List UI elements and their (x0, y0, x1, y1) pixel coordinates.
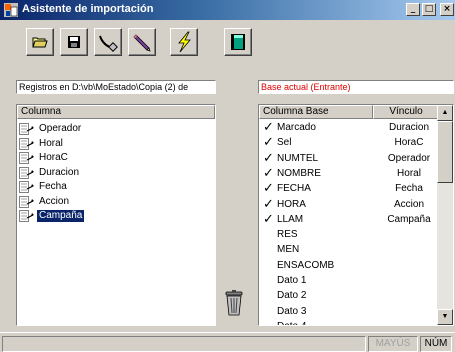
base-column-cell: NOMBRE (277, 167, 321, 179)
base-column-cell: Dato 4 (277, 319, 306, 325)
list-item-label: Accion (39, 195, 70, 207)
save-button[interactable] (60, 28, 88, 56)
column-base-header[interactable]: Columna Base (259, 105, 373, 119)
pencil-icon (133, 34, 151, 52)
base-column-cell: Marcado (277, 122, 316, 133)
table-row[interactable]: Dato 4 (259, 319, 444, 325)
list-item-label: Horal (39, 137, 63, 149)
link-header[interactable]: Vínculo (373, 105, 439, 119)
list-item-label: Fecha (39, 181, 67, 192)
edit-button[interactable] (128, 28, 156, 56)
check-icon: ✓ (263, 181, 274, 197)
scroll-up-button[interactable]: ▲ (437, 105, 453, 121)
table-row[interactable]: ✓ NUMTEL Operador (259, 151, 444, 166)
list-item-label: Campaña (37, 210, 85, 222)
base-column-cell: Sel (277, 137, 292, 149)
base-column-cell: Dato 3 (277, 305, 307, 317)
table-row[interactable]: ✓ FECHA Fecha (259, 181, 444, 196)
trash-icon[interactable] (224, 290, 244, 316)
check-icon: ✓ (263, 211, 274, 227)
source-columns-list[interactable]: Columna Operador Horal HoraC Duracion Fecha A… (16, 104, 216, 326)
exit-button[interactable] (224, 28, 252, 56)
num-lock-indicator: NÚM (420, 336, 452, 352)
check-icon: ✓ (263, 165, 274, 181)
field-icon (19, 166, 34, 179)
maximize-button[interactable]: □ (422, 3, 436, 16)
table-row[interactable]: ✓ LLAM Campaña (259, 212, 444, 227)
lightning-icon (178, 31, 191, 53)
list-item[interactable]: Operador (19, 122, 83, 136)
table-row[interactable]: Dato 3 (259, 304, 444, 319)
base-label: Base actual (Entrante) (258, 80, 454, 94)
field-icon (19, 152, 34, 164)
base-column-cell: MEN (277, 244, 300, 256)
close-button[interactable]: × (440, 3, 454, 16)
connect-plug-icon (99, 35, 118, 52)
field-icon (19, 181, 34, 193)
list-item[interactable]: Campaña (19, 209, 85, 223)
title-bar: Asistente de importación _ □ × (0, 0, 455, 20)
table-row[interactable]: ✓ NOMBRE Horal (259, 166, 444, 181)
base-column-cell: FECHA (277, 183, 311, 195)
scroll-down-button[interactable]: ▼ (437, 309, 453, 325)
base-column-cell: Dato 1 (277, 275, 307, 286)
toolbar (0, 20, 455, 64)
scroll-thumb[interactable] (437, 121, 453, 183)
table-row[interactable]: RES (259, 227, 444, 242)
save-disk-icon (68, 36, 80, 48)
window-title: Asistente de importación (22, 3, 154, 15)
connect-button[interactable] (94, 28, 122, 56)
table-row[interactable]: MEN (259, 242, 444, 257)
field-icon (19, 195, 34, 208)
list-item-label: HoraC (39, 152, 68, 163)
list-item[interactable]: Fecha (19, 180, 69, 194)
base-column-cell: Dato 2 (277, 290, 307, 302)
field-icon (19, 137, 34, 150)
base-columns-grid[interactable]: Columna Base Vínculo ✓ Marcado Duracion ✓ Se… (258, 104, 454, 326)
source-path-label: Registros en D:\vb\MoEstado\Copia (2) de (16, 80, 216, 94)
base-column-cell: HORA (277, 198, 306, 210)
table-row[interactable]: ✓ Sel HoraC (259, 135, 444, 150)
table-row[interactable]: Dato 2 (259, 288, 444, 303)
link-cell[interactable]: Operador (375, 151, 443, 166)
check-icon: ✓ (263, 196, 274, 212)
status-bar: MAYÚS NÚM (0, 332, 455, 352)
vertical-scrollbar[interactable]: ▲ ▼ (437, 105, 453, 325)
caps-lock-indicator: MAYÚS (368, 336, 418, 352)
status-message-pane (2, 336, 366, 352)
list-item-label: Operador (39, 123, 82, 134)
list-item[interactable]: Horal (19, 137, 65, 151)
field-icon (19, 210, 34, 222)
field-icon (19, 123, 34, 135)
base-column-cell: ENSACOMB (277, 259, 335, 271)
list-item[interactable]: Duracion (19, 166, 81, 180)
minimize-button[interactable]: _ (406, 3, 420, 16)
base-column-cell: LLAM (277, 213, 304, 225)
base-column-cell: RES (277, 229, 298, 241)
check-icon: ✓ (263, 120, 274, 135)
link-cell[interactable]: Horal (375, 166, 443, 181)
open-folder-icon (32, 37, 48, 48)
table-row[interactable]: Dato 1 (259, 273, 444, 288)
check-icon: ✓ (263, 150, 274, 166)
execute-button[interactable] (170, 28, 198, 56)
table-row[interactable]: ✓ Marcado Duracion (259, 120, 444, 135)
list-item-label: Duracion (39, 166, 80, 178)
link-cell[interactable]: Fecha (375, 181, 443, 196)
base-column-cell: NUMTEL (277, 152, 319, 164)
table-row[interactable]: ENSACOMB (259, 258, 444, 273)
app-icon (4, 3, 18, 17)
link-cell[interactable]: Campaña (375, 212, 443, 227)
column-header[interactable]: Columna (17, 105, 215, 119)
exit-door-icon (231, 34, 245, 50)
table-row[interactable]: ✓ HORA Accion (259, 197, 444, 212)
open-button[interactable] (26, 28, 54, 56)
list-item[interactable]: Accion (19, 195, 71, 209)
check-icon: ✓ (263, 135, 274, 151)
list-item[interactable]: HoraC (19, 151, 70, 165)
link-cell[interactable]: Accion (375, 197, 443, 212)
link-cell[interactable]: HoraC (375, 135, 443, 150)
link-cell[interactable]: Duracion (375, 120, 443, 135)
